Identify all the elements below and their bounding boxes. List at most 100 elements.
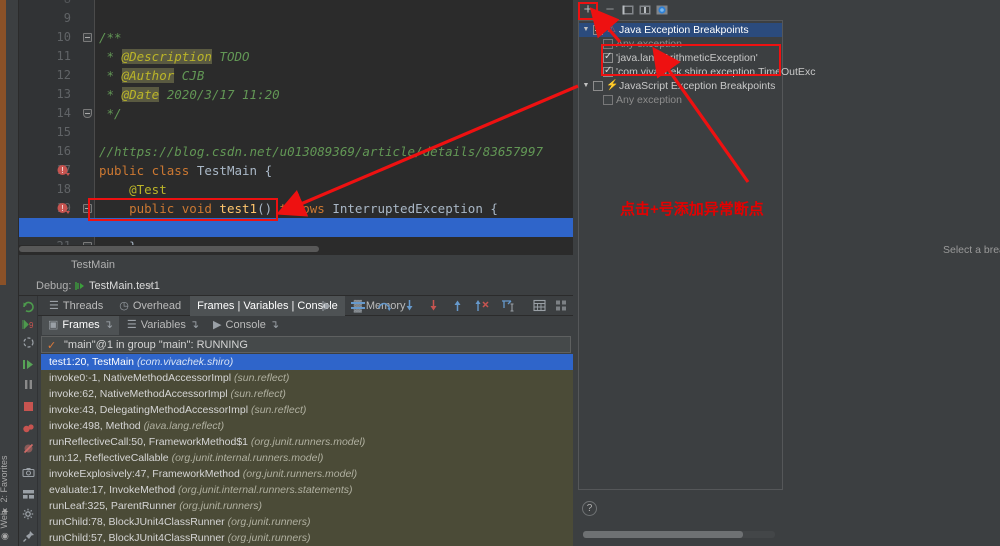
group-by-icon[interactable]	[655, 3, 669, 17]
thread-status-label: "main"@1 in group "main": RUNNING	[64, 339, 248, 351]
stack-frame-row[interactable]: runChild:78, BlockJUnit4ClassRunner (org…	[41, 514, 573, 530]
breakpoint-checkbox[interactable]	[603, 95, 613, 105]
breakpoint-tree-row[interactable]: ▼ ⚠ Java Exception Breakpoints	[579, 23, 782, 37]
breakpoints-toolbar: + −	[580, 2, 780, 20]
breakpoints-horizontal-scrollbar[interactable]	[583, 531, 775, 538]
debug-tab-label: Overhead	[132, 300, 182, 312]
pin-icon[interactable]	[22, 530, 35, 543]
breakpoints-dialog: + − ▼ ⚠ Java Exception Breakpoints Any exce…	[573, 0, 1000, 546]
tree-expand-arrow-icon[interactable]: ▼	[582, 82, 590, 90]
check-icon: ✓	[47, 340, 57, 352]
update-running-icon[interactable]	[22, 336, 35, 349]
code-line-text: * @Date 2020/3/17 11:20	[99, 87, 280, 102]
breakpoint-icon[interactable]: !	[57, 202, 70, 215]
stack-frame-method: runChild:57, BlockJUnit4ClassRunner	[49, 532, 228, 544]
stack-frame-method: run:12, ReflectiveCallable	[49, 452, 172, 464]
stack-frame-row[interactable]: runLeaf:325, ParentRunner (org.junit.run…	[41, 498, 573, 514]
left-tool-strip: ★ 2: Favorites ◉ Web	[0, 0, 19, 546]
stack-frame-row[interactable]: test1:20, TestMain (com.vivachek.shiro)	[41, 354, 573, 370]
debug-subtab-console[interactable]: ▶ Console ↴	[207, 316, 285, 335]
editor-horizontal-scrollbar[interactable]	[19, 245, 573, 254]
stack-frame-row[interactable]: runReflectiveCall:50, FrameworkMethod$1 …	[41, 434, 573, 450]
stack-frame-package: (sun.reflect)	[250, 404, 307, 416]
stack-frame-row[interactable]: invokeExplosively:47, FrameworkMethod (o…	[41, 466, 573, 482]
stop-program-icon[interactable]	[22, 400, 35, 413]
exception-icon: ⚠	[607, 24, 616, 35]
breakpoint-icon[interactable]: !	[57, 164, 70, 177]
line-number: 9	[63, 11, 71, 25]
screenshot-root: ★ 2: Favorites ◉ Web 891011121314151617!…	[0, 0, 1000, 546]
chevron-down-icon[interactable]: ↴	[104, 319, 113, 331]
console-icon: ▶	[213, 319, 222, 331]
line-number: 13	[56, 87, 71, 101]
debug-label: Debug:	[36, 280, 72, 292]
breakpoint-label: Java Exception Breakpoints	[619, 24, 749, 36]
step-out-icon[interactable]	[451, 299, 464, 312]
rerun-icon[interactable]	[22, 300, 35, 313]
rerun-failed-icon[interactable]: 9	[22, 318, 35, 331]
step-over-icon[interactable]	[377, 299, 391, 312]
debug-subtab-frames[interactable]: ▣ Frames ↴	[42, 316, 119, 335]
run-to-cursor-icon[interactable]	[501, 299, 515, 312]
show-execution-point-icon[interactable]	[322, 300, 334, 312]
evaluate-expression-icon[interactable]	[533, 299, 546, 312]
breakpoint-detail-hint: Select a brea	[943, 244, 1000, 256]
breakpoints-tree[interactable]: ▼ ⚠ Java Exception Breakpoints Any exceptio…	[578, 20, 815, 490]
stack-frame-package: (org.junit.runners.model)	[250, 436, 366, 448]
stack-frame-package: (org.junit.internal.runners.model)	[171, 452, 324, 464]
tool-window-web-label: Web	[0, 510, 9, 529]
settings-grid-icon[interactable]	[555, 299, 568, 312]
thread-status-row[interactable]: ✓ "main"@1 in group "main": RUNNING	[41, 336, 571, 353]
breakpoint-tree-row[interactable]: ▼ ⚡ JavaScript Exception Breakpoints	[579, 79, 782, 93]
code-fold-toggle[interactable]	[83, 109, 92, 118]
code-line-text: public class TestMain {	[99, 163, 273, 178]
tree-expand-arrow-icon[interactable]: ▼	[582, 26, 590, 34]
frames-list[interactable]: test1:20, TestMain (com.vivachek.shiro) i…	[41, 354, 573, 546]
editor-breadcrumb-bar: TestMain	[19, 254, 573, 276]
help-button[interactable]: ?	[582, 501, 597, 516]
mute-breakpoints-icon[interactable]	[22, 442, 35, 455]
annotation-rect-exceptions	[601, 44, 781, 76]
debug-actions-column: 9	[19, 296, 38, 546]
remove-breakpoint-button[interactable]: −	[602, 2, 618, 18]
resume-program-icon[interactable]	[22, 358, 35, 371]
stack-frame-row[interactable]: invoke:498, Method (java.lang.reflect)	[41, 418, 573, 434]
chevron-down-icon[interactable]: ↴	[190, 319, 199, 331]
layout-settings-icon[interactable]	[22, 488, 35, 501]
tool-window-web[interactable]: ◉ Web	[0, 505, 19, 546]
stack-frame-row[interactable]: invoke:43, DelegatingMethodAccessorImpl …	[41, 402, 573, 418]
debug-secondary-tabs: ▣ Frames ↴ ☰ Variables ↴ ▶ Console ↴	[38, 316, 573, 335]
globe-icon: ◉	[0, 531, 9, 542]
close-icon[interactable]: ×	[147, 280, 153, 292]
pause-program-icon[interactable]	[22, 378, 35, 391]
settings-lines-icon[interactable]	[351, 300, 365, 312]
stack-frame-row[interactable]: runChild:57, BlockJUnit4ClassRunner (org…	[41, 530, 573, 546]
stack-frame-row[interactable]: invoke:62, NativeMethodAccessorImpl (sun…	[41, 386, 573, 402]
threads-icon: ☰	[49, 300, 59, 312]
breakpoint-checkbox[interactable]	[593, 25, 603, 35]
overhead-icon: ◷	[119, 300, 129, 312]
force-step-into-icon[interactable]	[427, 299, 440, 312]
chevron-down-icon[interactable]: ↴	[270, 319, 279, 331]
stack-frame-row[interactable]: evaluate:17, InvokeMethod (org.junit.int…	[41, 482, 573, 498]
debug-tab-threads[interactable]: ☰ Threads	[42, 296, 110, 316]
stack-frame-row[interactable]: invoke0:-1, NativeMethodAccessorImpl (su…	[41, 370, 573, 386]
ide-main-area: ★ 2: Favorites ◉ Web 891011121314151617!…	[0, 0, 573, 546]
step-into-icon[interactable]	[403, 299, 416, 312]
code-fold-toggle[interactable]	[83, 33, 92, 42]
debug-subtab-variables[interactable]: ☰ Variables ↴	[121, 316, 205, 335]
edit-source-icon[interactable]	[638, 3, 652, 17]
view-source-icon[interactable]	[621, 3, 635, 17]
breakpoint-checkbox[interactable]	[593, 81, 603, 91]
drop-frame-icon[interactable]	[475, 299, 489, 312]
stack-frame-method: runChild:78, BlockJUnit4ClassRunner	[49, 516, 228, 528]
breadcrumb-class[interactable]: TestMain	[71, 259, 115, 271]
breakpoint-tree-row[interactable]: Any exception	[579, 93, 782, 107]
screenshot-icon[interactable]	[22, 466, 35, 479]
gear-icon[interactable]	[22, 508, 35, 521]
view-breakpoints-icon[interactable]	[22, 422, 35, 435]
debug-tab-overhead[interactable]: ◷ Overhead	[112, 296, 188, 316]
stack-frame-method: runReflectiveCall:50, FrameworkMethod$1	[49, 436, 251, 448]
editor-gutter[interactable]: 891011121314151617!1819!20⚡2122	[19, 0, 79, 254]
stack-frame-row[interactable]: run:12, ReflectiveCallable (org.junit.in…	[41, 450, 573, 466]
